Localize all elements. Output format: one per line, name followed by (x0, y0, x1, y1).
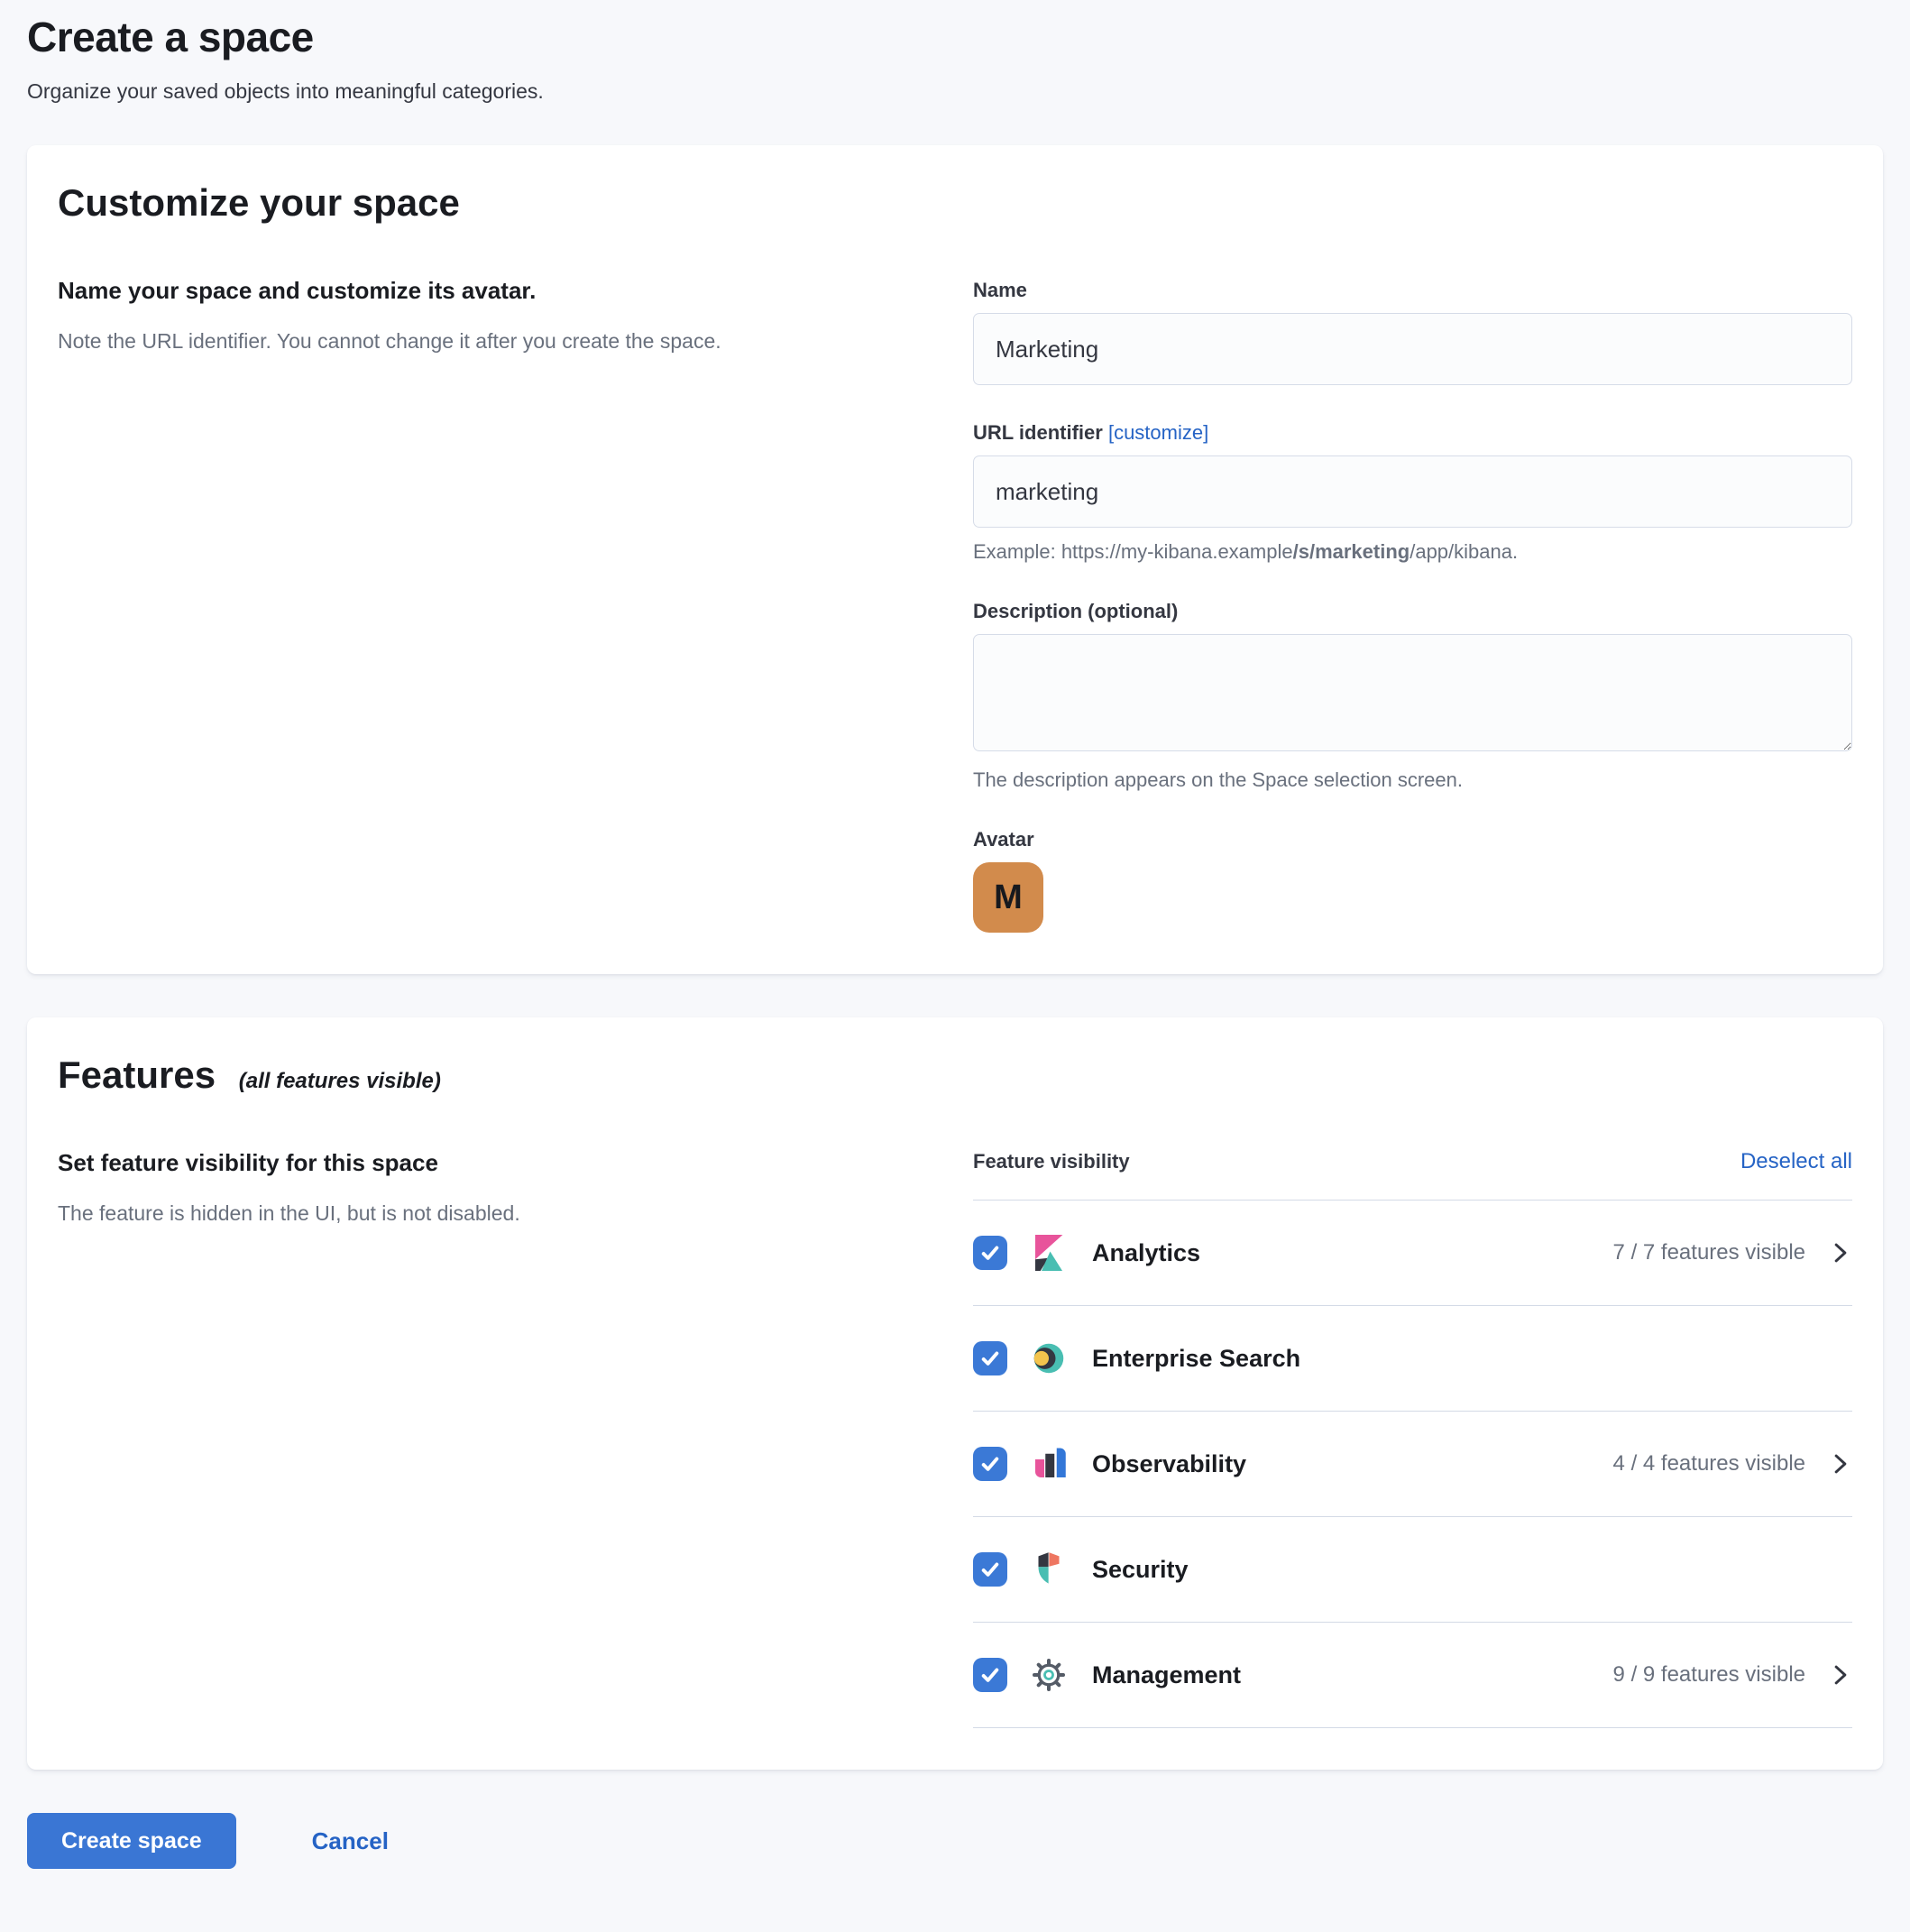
customize-space-panel: Customize your space Name your space and… (27, 145, 1883, 974)
feature-checkbox-enterprise-search[interactable] (973, 1341, 1007, 1375)
customize-section-title: Name your space and customize its avatar… (58, 277, 937, 305)
feature-name: Analytics (1092, 1239, 1200, 1267)
feature-count: 9 / 9 features visible (1613, 1662, 1805, 1688)
description-field-label: Description (optional) (973, 600, 1852, 623)
avatar-field-label: Avatar (973, 828, 1852, 851)
avatar-field-group: Avatar M (973, 828, 1852, 933)
feature-name: Security (1092, 1556, 1189, 1584)
checkmark-icon (978, 1558, 1002, 1581)
name-field-label: Name (973, 279, 1852, 302)
gear-icon (1031, 1657, 1067, 1693)
enterprise-search-logo-icon (1031, 1340, 1067, 1376)
feature-checkbox-observability[interactable] (973, 1447, 1007, 1481)
chevron-right-icon[interactable] (1829, 1241, 1852, 1265)
url-example-suffix: /app/kibana. (1410, 540, 1518, 563)
features-section-description: The feature is hidden in the UI, but is … (58, 1199, 937, 1228)
url-example-bold: /s/marketing (1293, 540, 1410, 563)
deselect-all-link[interactable]: Deselect all (1740, 1149, 1852, 1174)
features-section-title: Set feature visibility for this space (58, 1149, 937, 1177)
checkmark-icon (978, 1452, 1002, 1476)
create-space-button[interactable]: Create space (27, 1813, 236, 1869)
feature-name: Observability (1092, 1450, 1246, 1478)
feature-row-management: Management 9 / 9 features visible (973, 1623, 1852, 1728)
url-field-group: URL identifier [customize] Example: http… (973, 421, 1852, 564)
cancel-link[interactable]: Cancel (312, 1827, 389, 1855)
feature-checkbox-management[interactable] (973, 1658, 1007, 1692)
customize-section-description: Note the URL identifier. You cannot chan… (58, 327, 937, 356)
feature-list: Analytics 7 / 7 features visible (973, 1200, 1852, 1728)
feature-name: Management (1092, 1661, 1241, 1689)
observability-logo-icon (1031, 1446, 1067, 1482)
feature-visibility-column: Feature visibility Deselect all (973, 1149, 1852, 1728)
feature-meta: 7 / 7 features visible (1613, 1240, 1852, 1265)
feature-row-observability: Observability 4 / 4 features visible (973, 1412, 1852, 1517)
form-footer: Create space Cancel (27, 1813, 1883, 1869)
customize-panel-body: Name your space and customize its avatar… (58, 277, 1852, 933)
page-title: Create a space (27, 13, 1883, 61)
url-identifier-label: URL identifier (973, 421, 1103, 444)
url-example-prefix: Example: https://my-kibana.example (973, 540, 1293, 563)
customize-panel-title: Customize your space (58, 181, 1852, 225)
feature-row-analytics: Analytics 7 / 7 features visible (973, 1201, 1852, 1306)
page-subtitle: Organize your saved objects into meaning… (27, 79, 1883, 104)
checkmark-icon (978, 1241, 1002, 1265)
space-description-textarea[interactable] (973, 634, 1852, 751)
features-panel-title: Features (all features visible) (58, 1053, 1852, 1097)
feature-name: Enterprise Search (1092, 1345, 1300, 1373)
analytics-logo-icon (1031, 1235, 1067, 1271)
url-identifier-input[interactable] (973, 455, 1852, 528)
customize-url-link[interactable]: [customize] (1108, 421, 1208, 444)
features-description-column: Set feature visibility for this space Th… (58, 1149, 937, 1728)
feature-checkbox-analytics[interactable] (973, 1236, 1007, 1270)
feature-row-security: Security (973, 1517, 1852, 1623)
feature-checkbox-security[interactable] (973, 1552, 1007, 1587)
feature-meta: 4 / 4 features visible (1613, 1451, 1852, 1477)
features-title-note: (all features visible) (239, 1069, 441, 1093)
feature-count: 4 / 4 features visible (1613, 1451, 1805, 1477)
url-field-label: URL identifier [customize] (973, 421, 1852, 445)
customize-form-column: Name URL identifier [customize] Example:… (973, 277, 1852, 933)
create-space-page: Create a space Organize your saved objec… (0, 0, 1910, 1905)
checkmark-icon (978, 1347, 1002, 1370)
chevron-right-icon[interactable] (1829, 1452, 1852, 1476)
security-logo-icon (1031, 1551, 1067, 1587)
url-example-text: Example: https://my-kibana.example/s/mar… (973, 540, 1852, 564)
description-field-group: Description (optional) The description a… (973, 600, 1852, 792)
features-panel: Features (all features visible) Set feat… (27, 1017, 1883, 1770)
name-field-group: Name (973, 279, 1852, 385)
feature-count: 7 / 7 features visible (1613, 1240, 1805, 1265)
feature-row-enterprise-search: Enterprise Search (973, 1306, 1852, 1412)
feature-visibility-label: Feature visibility (973, 1150, 1130, 1173)
feature-meta: 9 / 9 features visible (1613, 1662, 1852, 1688)
customize-description-column: Name your space and customize its avatar… (58, 277, 937, 933)
features-panel-body: Set feature visibility for this space Th… (58, 1149, 1852, 1728)
space-avatar[interactable]: M (973, 862, 1043, 933)
chevron-right-icon[interactable] (1829, 1663, 1852, 1687)
space-name-input[interactable] (973, 313, 1852, 385)
description-help-text: The description appears on the Space sel… (973, 768, 1852, 792)
features-title-text: Features (58, 1053, 216, 1096)
feature-list-header: Feature visibility Deselect all (973, 1149, 1852, 1174)
checkmark-icon (978, 1663, 1002, 1687)
